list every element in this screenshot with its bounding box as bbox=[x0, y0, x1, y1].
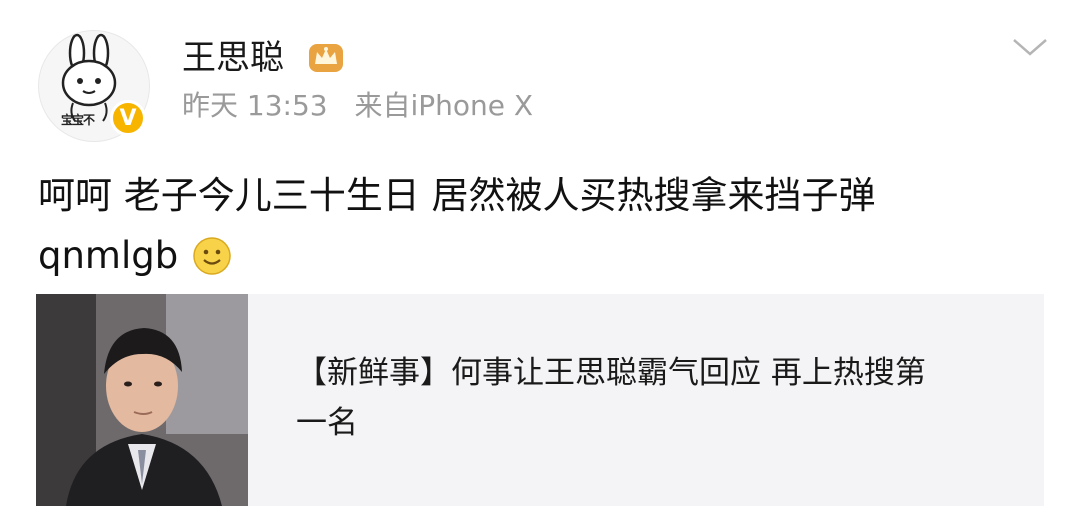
person-photo-icon bbox=[36, 294, 248, 506]
post-meta: 昨天 13:53 来自iPhone X bbox=[182, 88, 533, 124]
card-thumbnail bbox=[36, 294, 248, 506]
crown-icon[interactable] bbox=[306, 40, 346, 76]
post-line-2: qnmlgb bbox=[38, 226, 876, 286]
link-card[interactable]: 【新鲜事】何事让王思聪霸气回应 再上热搜第 一名 bbox=[36, 294, 1044, 506]
post-line-1: 呵呵 老子今儿三十生日 居然被人买热搜拿来挡子弹 bbox=[38, 174, 876, 217]
card-title-line-2: 一名 bbox=[296, 405, 358, 441]
post-time: 昨天 13:53 bbox=[182, 89, 328, 122]
verified-icon: V bbox=[110, 100, 146, 136]
smile-emoji-icon bbox=[193, 237, 231, 275]
avatar-caption: 宝宝不 bbox=[61, 113, 95, 127]
card-title-line-1: 【新鲜事】何事让王思聪霸气回应 再上热搜第 bbox=[296, 355, 926, 391]
username[interactable]: 王思聪 bbox=[182, 36, 284, 80]
post-body: 呵呵 老子今儿三十生日 居然被人买热搜拿来挡子弹 qnmlgb bbox=[38, 166, 876, 286]
post-line-2-text: qnmlgb bbox=[38, 234, 179, 277]
post-source[interactable]: 来自iPhone X bbox=[355, 89, 534, 122]
chevron-down-icon[interactable] bbox=[1010, 36, 1050, 60]
card-title[interactable]: 【新鲜事】何事让王思聪霸气回应 再上热搜第 一名 bbox=[296, 348, 996, 448]
